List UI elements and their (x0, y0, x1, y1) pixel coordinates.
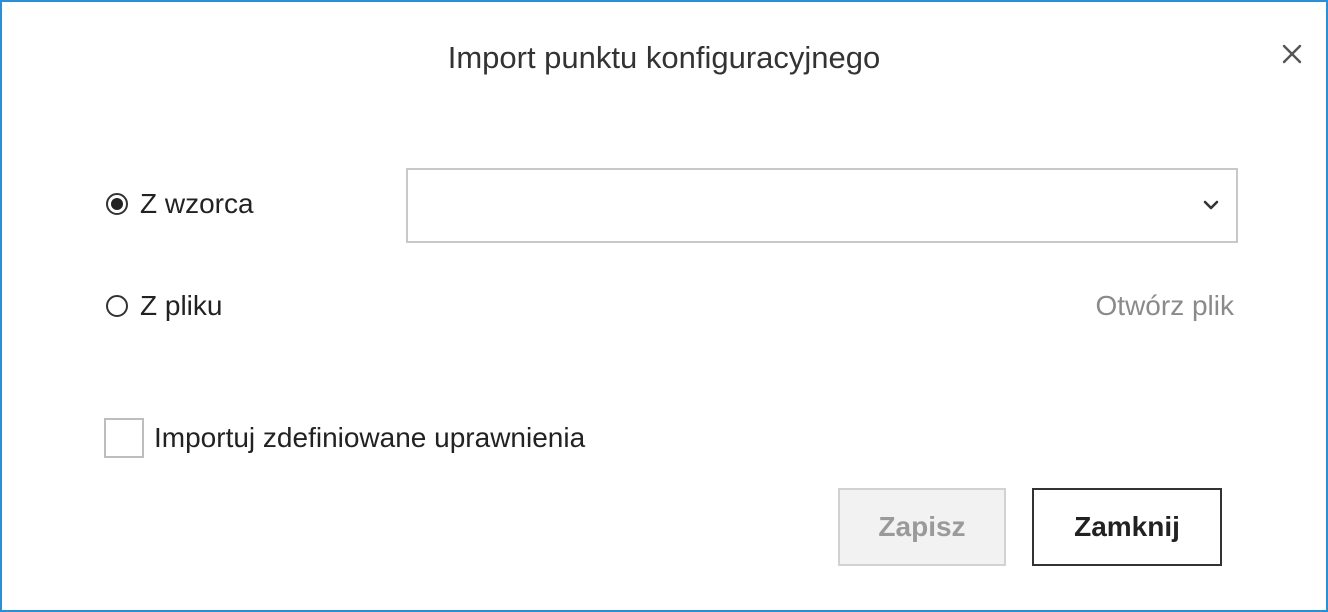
close-dialog-button[interactable] (1278, 40, 1306, 68)
template-radio-label[interactable]: Z wzorca (140, 188, 254, 220)
close-icon (1282, 44, 1302, 64)
import-permissions-row: Importuj zdefiniowane uprawnienia (104, 418, 585, 458)
file-radio[interactable] (106, 295, 128, 317)
open-file-link[interactable]: Otwórz plik (1096, 290, 1234, 322)
close-button[interactable]: Zamknij (1032, 488, 1222, 566)
file-radio-label[interactable]: Z pliku (140, 290, 222, 322)
chevron-down-icon (1203, 200, 1219, 210)
template-option-row: Z wzorca (106, 188, 254, 220)
dialog-title: Import punktu konfiguracyjnego (447, 40, 881, 75)
template-radio[interactable] (106, 193, 128, 215)
file-option-row: Z pliku (106, 290, 222, 322)
template-select[interactable] (406, 168, 1238, 243)
import-config-dialog: Import punktu konfiguracyjnego Z wzorca … (0, 0, 1328, 612)
import-permissions-checkbox[interactable] (104, 418, 144, 458)
radio-selected-dot (111, 198, 123, 210)
save-button[interactable]: Zapisz (838, 488, 1006, 566)
import-permissions-label[interactable]: Importuj zdefiniowane uprawnienia (154, 422, 585, 454)
